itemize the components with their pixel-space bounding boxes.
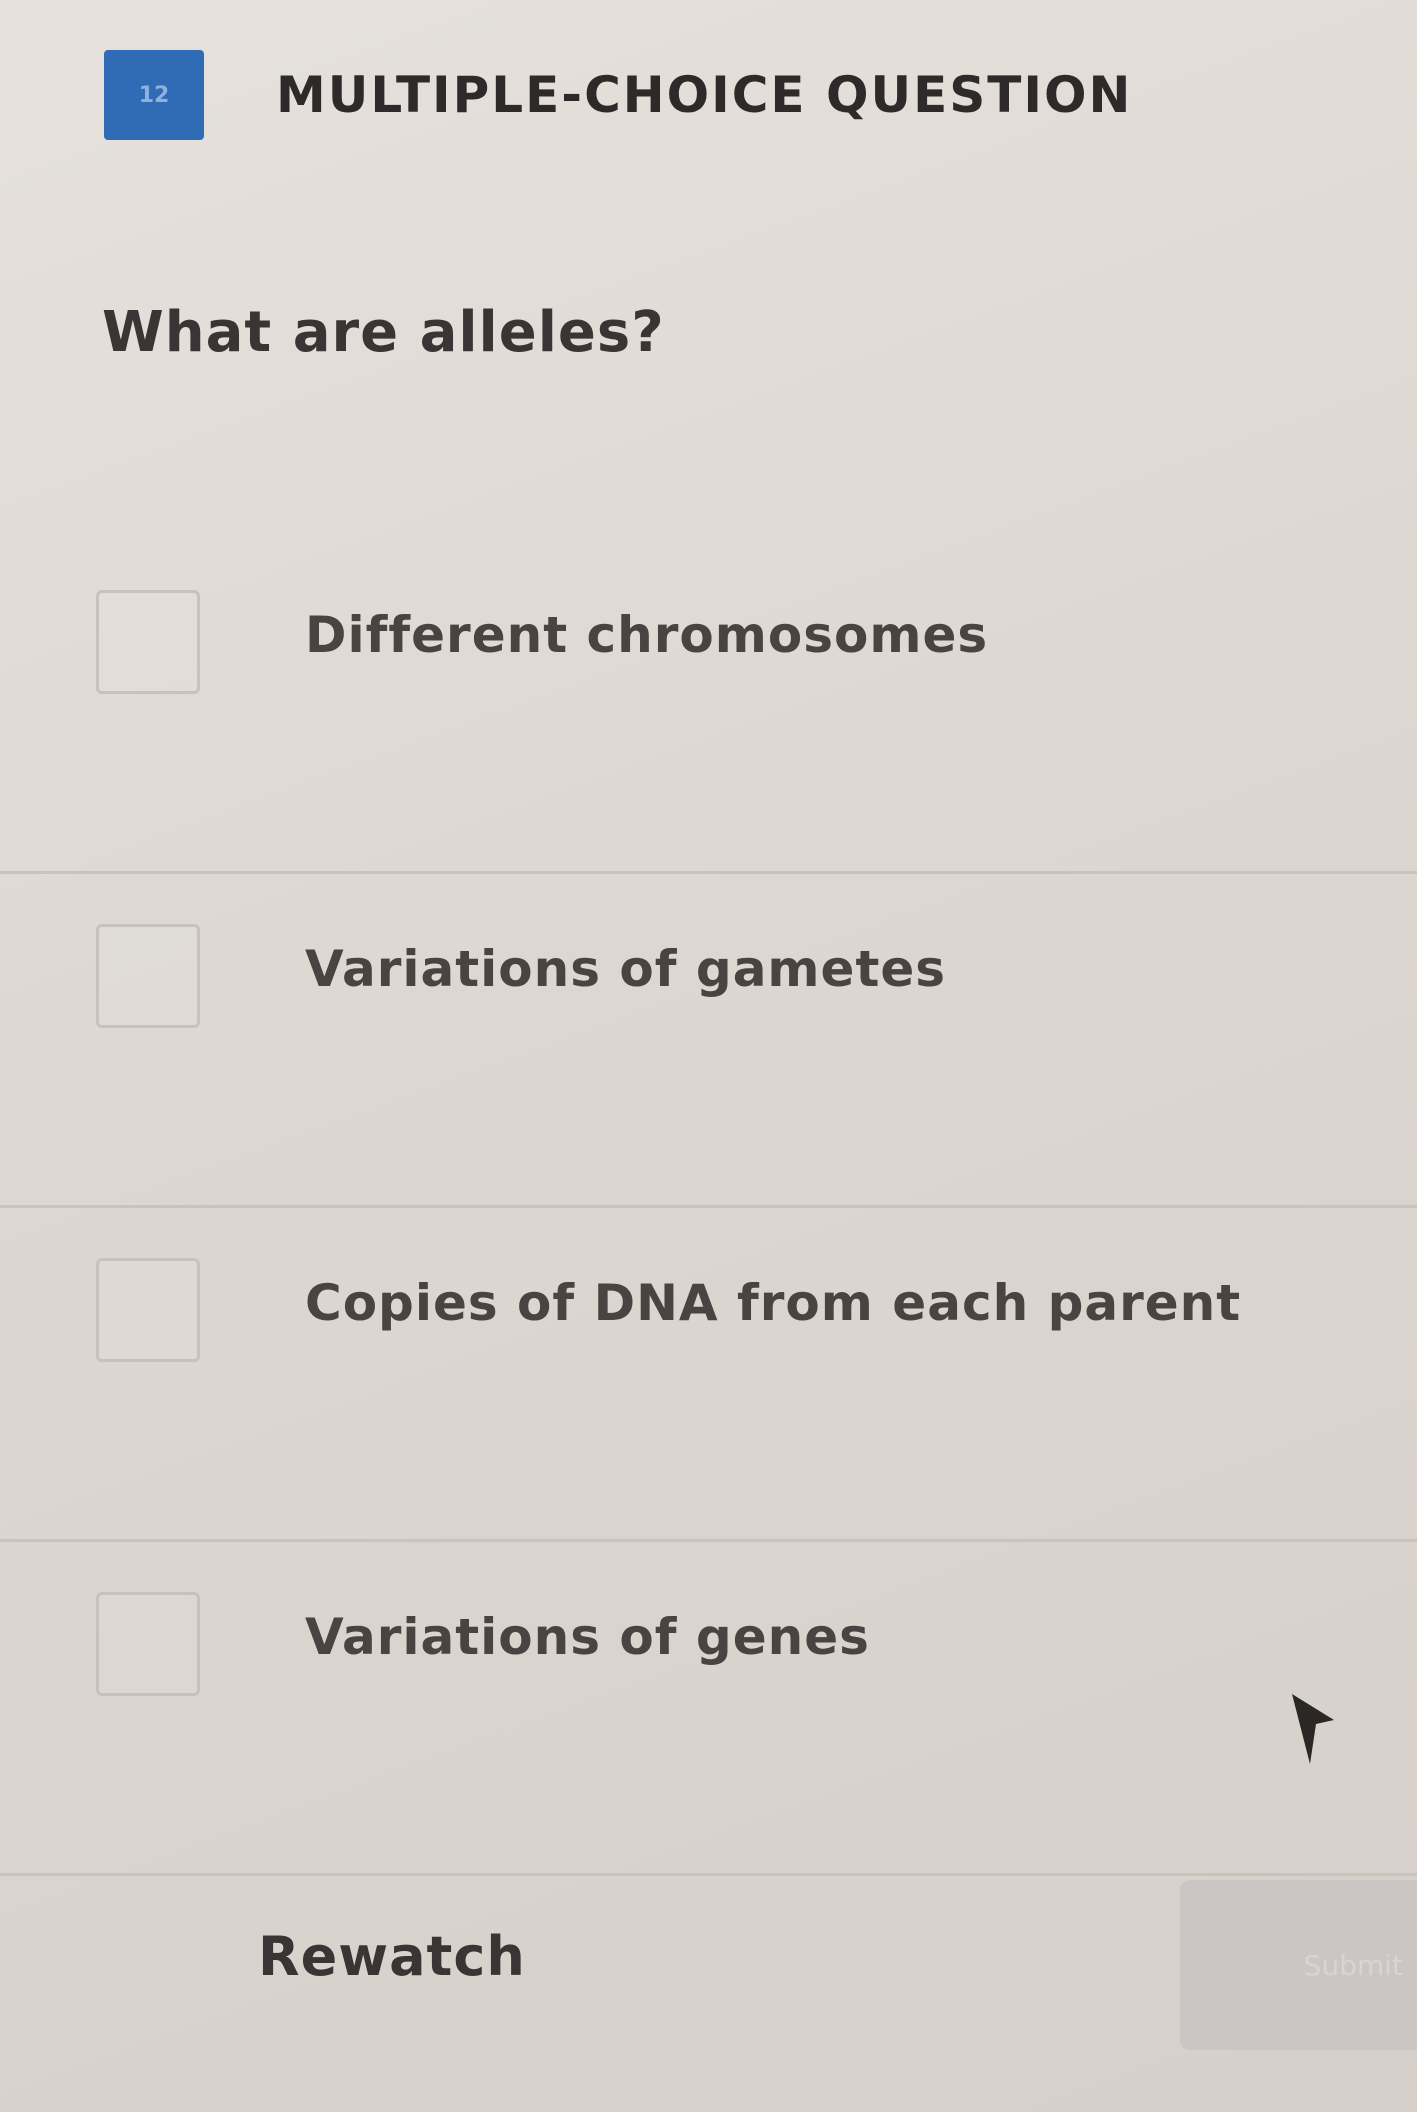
option-label: Variations of genes	[305, 1608, 870, 1666]
option-checkbox[interactable]	[96, 924, 200, 1028]
answer-option[interactable]: Variations of gametes	[0, 874, 1417, 1208]
submit-button[interactable]: Submit	[1180, 1880, 1417, 2050]
question-text: What are alleles?	[102, 300, 665, 365]
option-label: Copies of DNA from each parent	[305, 1274, 1242, 1332]
option-checkbox[interactable]	[96, 590, 200, 694]
rewatch-button[interactable]: Rewatch	[258, 1925, 526, 1988]
option-checkbox[interactable]	[96, 1592, 200, 1696]
option-label: Different chromosomes	[305, 606, 989, 664]
question-number: 12	[138, 82, 170, 108]
option-label: Variations of gametes	[305, 940, 947, 998]
mouse-cursor-icon	[1292, 1694, 1334, 1764]
question-header: 12 MULTIPLE-CHOICE QUESTION	[104, 50, 1132, 140]
answer-option[interactable]: Variations of genes	[0, 1542, 1417, 1876]
answer-options-list: Different chromosomes Variations of game…	[0, 540, 1417, 1876]
answer-option[interactable]: Copies of DNA from each parent	[0, 1208, 1417, 1542]
option-checkbox[interactable]	[96, 1258, 200, 1362]
question-type-label: MULTIPLE-CHOICE QUESTION	[276, 66, 1133, 124]
answer-option[interactable]: Different chromosomes	[0, 540, 1417, 874]
submit-label: Submit	[1303, 1948, 1403, 1982]
question-number-badge: 12	[104, 50, 204, 140]
